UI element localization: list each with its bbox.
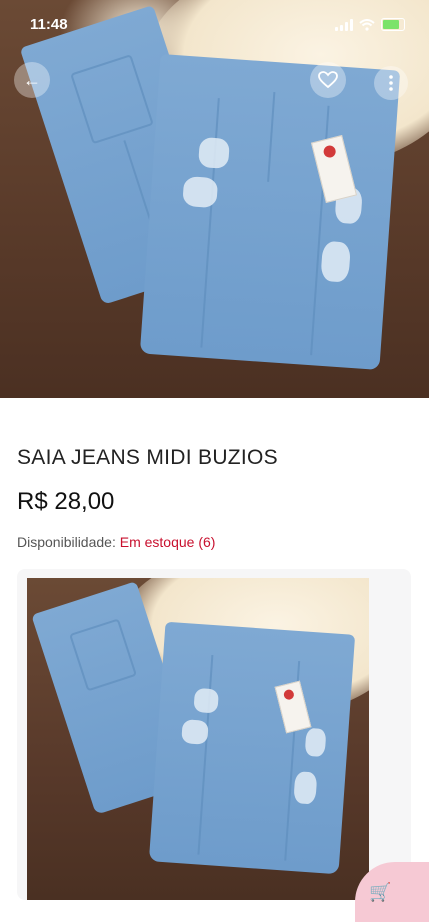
status-icons [335,18,405,31]
more-options-button[interactable] [374,66,408,100]
back-button[interactable]: ← [14,62,50,98]
product-hero-image[interactable] [0,0,429,398]
status-time: 11:48 [30,16,68,33]
signal-icon [335,18,353,31]
denim-skirt-front [139,53,401,371]
gallery-image[interactable] [27,578,369,900]
product-price: R$ 28,00 [17,488,115,515]
more-vertical-icon [389,75,393,91]
availability-label: Disponibilidade: [17,534,116,550]
stock-count: (6) [198,534,216,550]
denim-skirt-front [148,621,356,875]
availability-value: Em estoque [119,534,195,550]
back-icon: ← [23,69,41,90]
status-bar: 11:48 [0,0,429,48]
availability: Disponibilidade: Em estoque (6) [17,534,215,550]
battery-icon [381,18,405,31]
heart-icon [318,71,338,89]
product-title: SAIA JEANS MIDI BUZIOS [17,446,278,469]
favorite-button[interactable] [310,62,346,98]
wifi-icon [359,18,375,31]
